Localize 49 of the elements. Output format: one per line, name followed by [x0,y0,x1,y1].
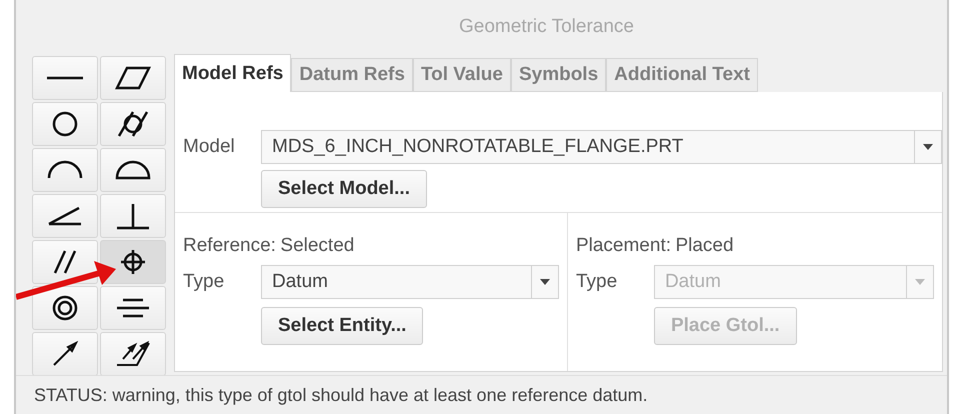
section-status: Placed [675,235,734,257]
select-model-button[interactable]: Select Model... [261,170,427,208]
symbol-button[interactable] [32,102,98,146]
parallelism-icon [53,249,77,275]
symbol-button[interactable] [100,286,166,330]
symbol-button[interactable] [100,56,166,100]
flatness-icon [115,66,151,90]
symbol-button[interactable] [100,102,166,146]
total-runout-icon [115,341,151,367]
caret-icon [915,279,925,285]
circularity-icon [52,111,78,137]
type-label: Type [183,271,226,293]
symbol-button[interactable] [32,194,98,238]
symbol-button[interactable] [100,148,166,192]
type-dropdown[interactable]: Datum [261,265,559,299]
window-title: Geometric Tolerance [458,15,635,39]
cylindricity-icon [117,110,149,138]
symbol-button[interactable] [32,56,98,100]
model-dropdown[interactable]: MDS_6_INCH_NONROTATABLE_FLANGE.PRT [261,130,942,164]
symbol-button[interactable] [32,332,98,376]
symbol-button[interactable] [100,332,166,376]
circular-runout-icon [52,341,78,367]
action-button[interactable]: Select Entity... [261,307,424,345]
symbol-button[interactable] [32,240,98,284]
tab[interactable]: Additional Text [606,58,758,92]
perpendicularity-icon [115,202,151,230]
concentricity-icon [52,295,78,321]
symbol-button[interactable] [100,240,166,284]
straightness-icon [46,76,84,80]
line-profile-icon [47,160,83,180]
section-heading: Reference: [183,235,276,257]
type-label: Type [576,271,618,293]
symbol-button[interactable] [100,194,166,238]
symbol-button[interactable] [32,286,98,330]
position-icon [119,248,147,276]
caret-icon [540,279,550,285]
tab[interactable]: Tol Value [412,58,511,92]
symmetry-icon [115,298,151,318]
section-heading: Placement: [576,235,671,257]
status-bar: STATUS: warning, this type of gtol should have at least one reference datum. [16,375,947,414]
angularity-icon [47,206,83,226]
section-status: Selected [280,235,354,257]
caret-icon [923,144,933,150]
tab[interactable]: Model Refs [174,54,292,92]
symbol-button[interactable] [32,148,98,192]
tab[interactable]: Symbols [510,58,606,92]
surface-profile-icon [115,160,151,180]
model-label: Model [183,136,236,158]
tab[interactable]: Datum Refs [291,58,413,92]
